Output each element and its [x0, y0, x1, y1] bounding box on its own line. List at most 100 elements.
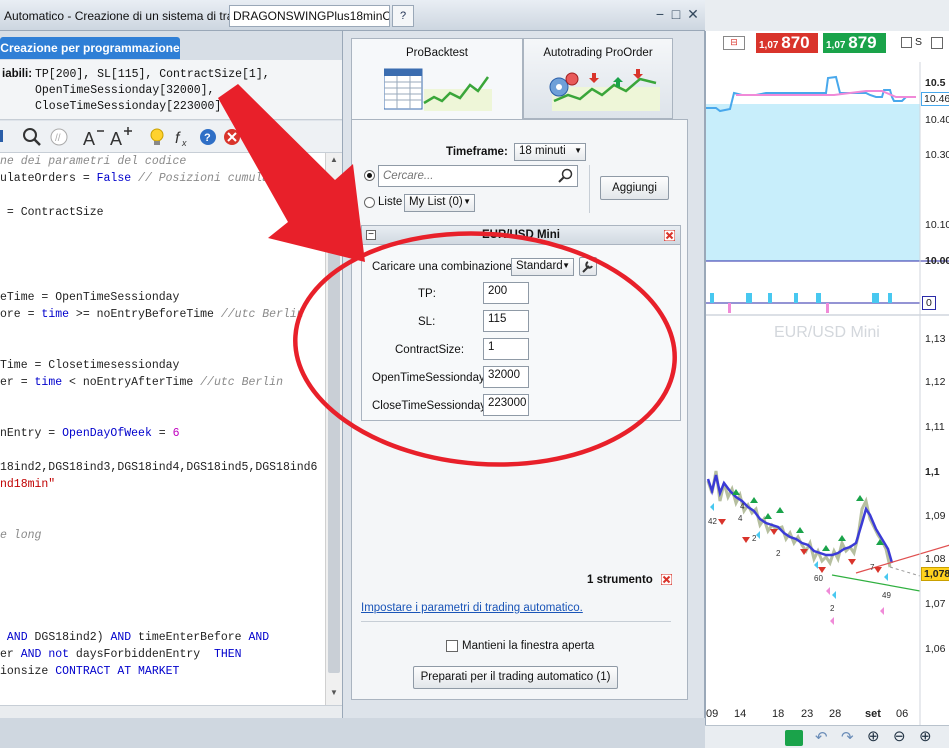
- help-icon[interactable]: ?: [198, 126, 218, 148]
- zoom-out-icon[interactable]: ⊖: [893, 727, 906, 745]
- export-icon[interactable]: [785, 730, 803, 746]
- param-input-sl[interactable]: 115: [483, 310, 529, 332]
- tab-programming-creation[interactable]: Creazione per programmazione: [0, 37, 180, 59]
- tab-autotrading[interactable]: Autotrading ProOrder: [523, 38, 673, 119]
- keep-open-checkbox[interactable]: [446, 640, 458, 652]
- x-axis-label: 23: [801, 708, 814, 720]
- param-label-tp: TP:: [418, 288, 436, 300]
- combo-select[interactable]: Standard ▼: [511, 258, 574, 276]
- param-input-opentime[interactable]: 32000: [483, 366, 529, 388]
- prepare-autotrading-button[interactable]: Preparati per il trading automatico (1): [413, 666, 618, 689]
- comment-icon[interactable]: //: [47, 126, 71, 148]
- timeframe-select[interactable]: 18 minuti ▼: [514, 143, 586, 161]
- param-input-closetime[interactable]: 223000: [483, 394, 529, 416]
- svg-text:f: f: [175, 130, 181, 147]
- redo-icon[interactable]: ↷: [841, 728, 854, 746]
- indicator-bar: [728, 303, 731, 313]
- sell-price-badge[interactable]: 1,07 870: [756, 33, 818, 53]
- sell-icon[interactable]: ⊟: [723, 36, 745, 50]
- signal-number: 2: [830, 604, 835, 613]
- search-icon[interactable]: [20, 126, 44, 148]
- indicator-bar: [826, 303, 829, 313]
- scroll-up-icon[interactable]: ▲: [328, 155, 340, 165]
- buy-price-prefix: 1,07: [826, 40, 846, 51]
- remove-instrument-icon[interactable]: [664, 230, 675, 241]
- indent-icon[interactable]: [0, 126, 8, 148]
- code-line: ulateOrders = False // Posizioni cumula: [0, 172, 270, 185]
- signal-number: 42: [708, 517, 717, 526]
- chevron-down-icon: ▼: [562, 261, 570, 270]
- x-axis-label: 28: [829, 708, 842, 720]
- signal-number: 60: [814, 574, 823, 583]
- timeframe-value: 18 minuti: [519, 145, 566, 157]
- separator: [589, 165, 590, 213]
- list-select[interactable]: My List (0) ▼: [404, 194, 475, 212]
- minimize-button[interactable]: −: [653, 7, 667, 21]
- list-value: My List (0): [409, 196, 463, 208]
- chart-checkbox-2[interactable]: [931, 37, 943, 49]
- code-line: er = time < noEntryAfterTime //utc Berli…: [0, 376, 283, 389]
- scroll-thumb[interactable]: [328, 233, 340, 673]
- close-icon[interactable]: [222, 126, 242, 148]
- code-line: 18ind2,DGS18ind3,DGS18ind4,DGS18ind5,DGS…: [0, 461, 318, 474]
- maximize-button[interactable]: □: [669, 7, 683, 21]
- upper-axis-label: 10.10: [925, 219, 949, 231]
- search-field[interactable]: [378, 165, 578, 187]
- buy-price: 879: [848, 33, 877, 52]
- dialog-footer-strip: [0, 718, 705, 748]
- svg-text:?: ?: [204, 132, 211, 144]
- wrench-button[interactable]: [579, 257, 597, 276]
- variables-area: iabili: TP[200], SL[115], ContractSize[1…: [0, 60, 342, 120]
- bulb-icon[interactable]: [146, 126, 168, 148]
- undo-icon[interactable]: ↶: [815, 728, 828, 746]
- price-axis-label: 1,06: [925, 643, 946, 655]
- search-icon[interactable]: [558, 168, 574, 184]
- indicator-value-label: 0: [922, 296, 936, 310]
- code-line: eTime = OpenTimeSessionday: [0, 291, 180, 304]
- code-editor[interactable]: ne dei parametri del codice ulateOrders …: [0, 153, 325, 705]
- price-axis-label: 1,08: [925, 553, 946, 565]
- variables-line-1: TP[200], SL[115], ContractSize[1],: [35, 68, 270, 81]
- font-decrease-icon[interactable]: A: [82, 126, 108, 149]
- radio-list[interactable]: [364, 197, 375, 208]
- upper-axis-label: 10.30: [925, 149, 949, 161]
- search-input[interactable]: [379, 166, 551, 186]
- param-label-closetime: CloseTimeSessionday:: [372, 400, 490, 412]
- scroll-down-icon[interactable]: ▼: [328, 688, 340, 698]
- upper-axis-label: 10.5: [925, 77, 946, 89]
- buy-price-badge[interactable]: 1,07 879: [823, 33, 886, 53]
- settings-link[interactable]: Impostare i parametri di trading automat…: [361, 602, 583, 614]
- param-input-tp[interactable]: 200: [483, 282, 529, 304]
- svg-text:A: A: [83, 129, 95, 148]
- code-line: e long: [0, 529, 42, 542]
- chart-checkbox[interactable]: [901, 37, 912, 48]
- radio-search[interactable]: [364, 170, 375, 181]
- font-increase-icon[interactable]: A: [109, 126, 135, 149]
- indicator-bar: [872, 293, 879, 303]
- signal-number: 2: [752, 534, 757, 543]
- price-axis-label: 1,07: [925, 598, 946, 610]
- x-axis-label: 06: [896, 708, 909, 720]
- price-chart[interactable]: EUR/USD Mini 42 4 4 2 2 60 2 7 49: [705, 31, 949, 725]
- code-line: er AND not daysForbiddenEntry THEN: [0, 648, 242, 661]
- signal-number: 4: [740, 502, 745, 511]
- chart-svg: EUR/USD Mini 42 4 4 2 2 60 2 7 49: [706, 62, 949, 725]
- add-button[interactable]: Aggiungi: [600, 176, 669, 200]
- trend-line: [706, 474, 894, 564]
- current-price-label: 1,078: [921, 567, 949, 581]
- svg-text:A: A: [110, 129, 122, 148]
- close-window-button[interactable]: ✕: [686, 7, 700, 21]
- zoom-fit-icon[interactable]: ⊕: [867, 727, 880, 745]
- x-axis-label: set: [865, 708, 881, 720]
- param-input-contractsize[interactable]: 1: [483, 338, 529, 360]
- function-icon[interactable]: fx: [172, 126, 194, 148]
- strategy-tab[interactable]: DRAGONSWINGPlus18minCALL: [229, 5, 390, 27]
- remove-all-icon[interactable]: [661, 574, 672, 585]
- help-icon[interactable]: ?: [392, 5, 414, 27]
- price-axis-label: 1,11: [925, 421, 945, 433]
- zoom-in-icon[interactable]: ⊕: [919, 727, 932, 745]
- upper-current-label: 10.46: [921, 92, 949, 106]
- code-scrollbar[interactable]: ▲ ▼: [325, 153, 342, 705]
- price-axis-label: 1,13: [925, 333, 946, 345]
- tab-probacktest[interactable]: ProBacktest: [351, 38, 523, 119]
